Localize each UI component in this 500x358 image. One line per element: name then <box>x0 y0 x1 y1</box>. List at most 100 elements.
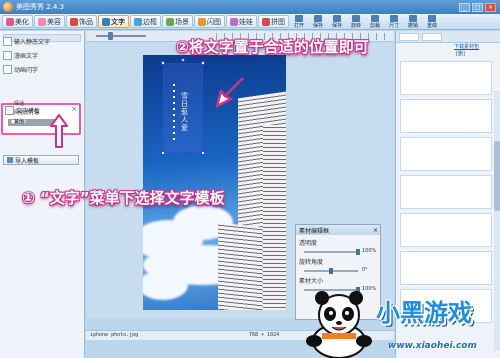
tab-text[interactable]: 文字 <box>98 15 129 28</box>
doll-icon <box>230 17 238 26</box>
rotate-handle[interactable] <box>181 58 185 62</box>
template-thumbnail[interactable] <box>400 251 492 285</box>
arrow-pointing-to-text-icon <box>215 77 244 108</box>
step2-instruction: ②将文字置于合适的位置即可 <box>176 38 369 56</box>
template-thumbnail[interactable] <box>400 175 492 209</box>
animated-text-icon <box>3 65 12 74</box>
crop-icon <box>371 14 379 22</box>
template-thumbnail[interactable] <box>400 213 492 247</box>
arrow-pointing-up-icon <box>50 114 68 148</box>
minimize-button[interactable]: _ <box>459 2 470 12</box>
step1-instruction: ① “文字”菜单下选择文字模板 <box>22 189 225 207</box>
tab-doll[interactable]: 娃娃 <box>226 15 257 28</box>
text-template-item[interactable]: 文字模板 × ● 快乐 <box>1 103 81 135</box>
decorative-dots <box>173 84 175 140</box>
close-button[interactable]: × <box>485 2 496 12</box>
beautify-icon <box>6 17 14 26</box>
window-controls: _ □ × <box>459 2 500 12</box>
image-dimensions: 768 × 1024 <box>249 332 280 338</box>
text-icon <box>102 17 110 26</box>
tab-flash[interactable]: 闪图 <box>194 15 225 28</box>
tab-border[interactable]: 边框 <box>130 15 161 28</box>
resize-icon <box>390 14 398 22</box>
tab-collage[interactable]: 拼图 <box>258 15 289 28</box>
rotate-icon <box>352 14 360 22</box>
rotate-button[interactable]: 旋转 <box>348 14 364 29</box>
template-other[interactable]: 其他 <box>14 118 24 125</box>
app-icon <box>3 2 13 12</box>
zoom-slider[interactable] <box>96 35 146 37</box>
opacity-slider-handle[interactable] <box>356 249 360 255</box>
redo-icon <box>428 14 436 22</box>
border-icon <box>134 17 142 26</box>
resize-button[interactable]: 尺寸 <box>386 14 402 29</box>
delete-link[interactable]: [删] <box>456 50 465 57</box>
open-button[interactable]: 打开 <box>291 14 307 29</box>
save-as-icon <box>333 14 341 22</box>
tab-beauty[interactable]: 美容 <box>34 15 65 28</box>
flash-icon <box>198 17 206 26</box>
material-panel-title: 素材编辑框 <box>299 227 330 235</box>
tab-accessories[interactable]: 饰品 <box>66 15 97 28</box>
template-thumbnail[interactable] <box>400 137 492 171</box>
tab-beautify[interactable]: 美化 <box>2 15 33 28</box>
toolbar: 打开 保存 保存 旋转 剪裁 尺寸 撤销 重做 <box>291 14 500 29</box>
undo-icon <box>409 14 417 22</box>
scene-icon <box>166 17 174 26</box>
menu-bar: 美化 美容 饰品 文字 边框 场景 闪图 娃娃 拼图 打开 保存 保存 旋转 剪… <box>0 14 500 30</box>
beauty-icon <box>38 17 46 26</box>
import-icon <box>7 157 13 163</box>
size-label: 素材大小 <box>299 278 324 285</box>
rotation-value: 0° <box>362 267 368 273</box>
redo-button[interactable]: 重做 <box>424 14 440 29</box>
filename-label: iphone photo.jpg <box>90 332 139 338</box>
scrollbar-thumb[interactable] <box>494 141 500 211</box>
opacity-slider[interactable] <box>304 251 358 253</box>
save-button[interactable]: 保存 <box>310 14 326 29</box>
panda-mascot-icon <box>306 291 372 358</box>
text-template-frame[interactable]: 雪日惹人爱 <box>161 58 205 155</box>
resize-handle[interactable] <box>161 61 165 65</box>
resize-handle[interactable] <box>161 151 165 155</box>
library-tab[interactable] <box>422 33 442 41</box>
download-materials-link[interactable]: 下载素材包 <box>454 43 479 50</box>
template-thumbnail[interactable] <box>400 61 492 95</box>
building <box>218 222 263 310</box>
cloud <box>143 270 188 300</box>
comic-text-item[interactable]: 漫画文字 <box>3 51 38 60</box>
close-icon[interactable]: × <box>71 105 77 113</box>
template-text: 雪日惹人爱 <box>181 92 188 132</box>
zoom-slider-handle[interactable] <box>108 32 113 40</box>
opacity-value: 100% <box>362 248 377 254</box>
window-title: 美图秀秀 2.4.3 <box>16 3 65 11</box>
comic-text-icon <box>3 51 12 60</box>
save-icon <box>314 14 322 22</box>
animated-text-item[interactable]: 动画闪字 <box>3 65 38 74</box>
library-tabs <box>396 31 500 43</box>
resize-handle[interactable] <box>201 61 205 65</box>
undo-button[interactable]: 撤销 <box>405 14 421 29</box>
building <box>263 125 286 310</box>
title-bar: 美图秀秀 2.4.3 _ □ × <box>0 0 500 14</box>
template-internet-slang[interactable]: 网络流行语 <box>14 109 39 116</box>
crop-button[interactable]: 剪裁 <box>367 14 383 29</box>
rotation-label: 旋转角度 <box>299 259 324 266</box>
resize-handle[interactable] <box>201 151 205 155</box>
close-icon[interactable]: × <box>373 227 380 234</box>
maximize-button[interactable]: □ <box>472 2 483 12</box>
opacity-label: 透明度 <box>299 240 318 247</box>
library-tab[interactable] <box>399 33 419 41</box>
folder-icon <box>295 14 303 22</box>
text-template-icon <box>5 106 14 115</box>
brand-url: www.xiaohei.com <box>388 341 477 351</box>
import-template-button[interactable]: 导入模板 <box>3 155 79 165</box>
static-text-icon <box>3 37 12 46</box>
template-love[interactable]: 情话 <box>14 100 24 107</box>
template-thumbnail[interactable] <box>400 99 492 133</box>
watermark-logo: 小黑游戏 www.xiaohei.com <box>296 289 500 358</box>
static-text-item[interactable]: 输入静态文字 <box>3 37 50 46</box>
rotation-slider-handle[interactable] <box>329 268 333 274</box>
brand-name: 小黑游戏 <box>376 299 472 327</box>
tab-scene[interactable]: 场景 <box>162 15 193 28</box>
save-as-button[interactable]: 保存 <box>329 14 345 29</box>
